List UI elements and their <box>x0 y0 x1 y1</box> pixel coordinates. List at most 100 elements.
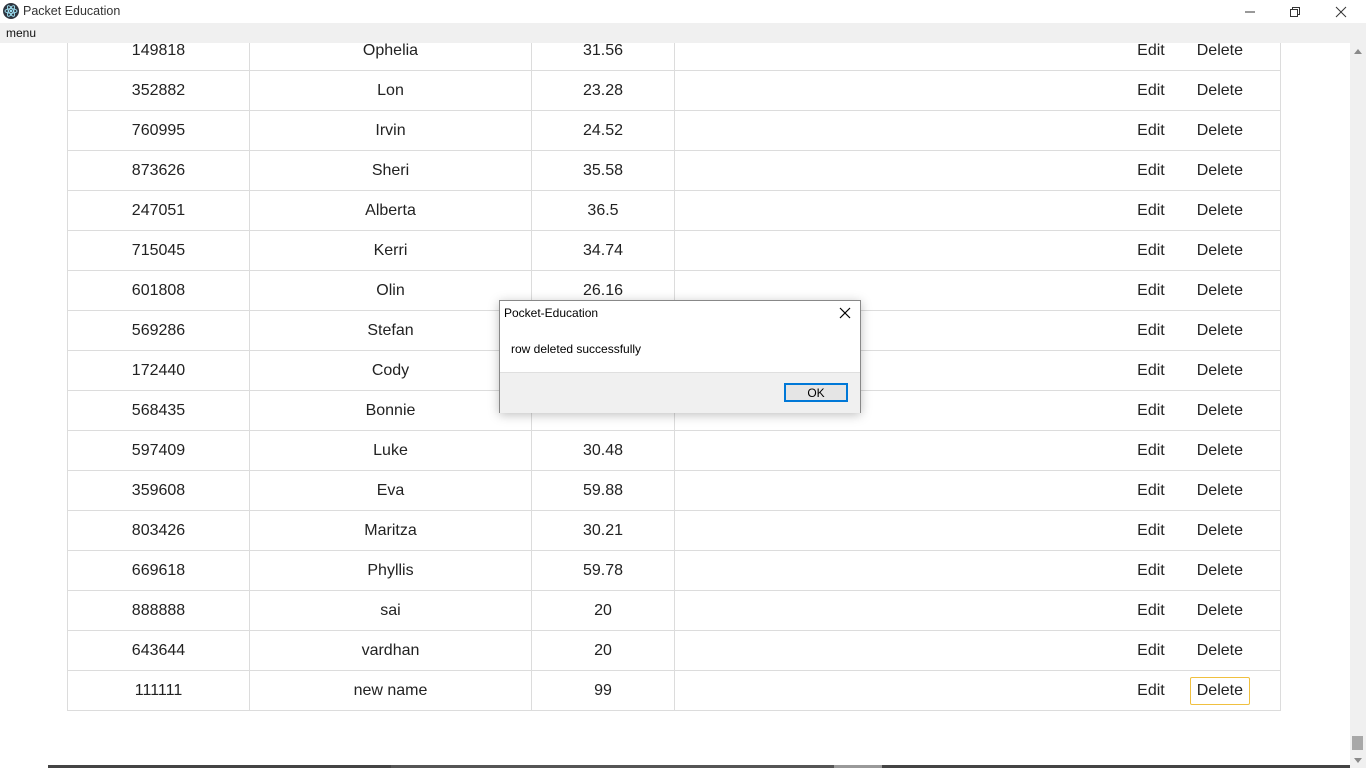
delete-button[interactable]: Delete <box>1190 157 1250 185</box>
row-id-cell: 568435 <box>67 390 250 431</box>
row-name-cell: Olin <box>249 270 532 311</box>
close-icon <box>1335 6 1347 17</box>
row-name-cell: Alberta <box>249 190 532 231</box>
edit-button[interactable]: Edit <box>1130 117 1172 145</box>
edit-button[interactable]: Edit <box>1130 437 1172 465</box>
edit-button[interactable]: Edit <box>1130 397 1172 425</box>
row-value-cell: 31.56 <box>531 43 675 71</box>
dialog-title: Pocket-Education <box>504 306 599 320</box>
row-name-cell: Maritza <box>249 510 532 551</box>
delete-button[interactable]: Delete <box>1190 117 1250 145</box>
row-value-cell: 99 <box>531 670 675 711</box>
row-actions-cell: Edit Delete <box>674 590 1281 631</box>
row-actions-cell: Edit Delete <box>674 150 1281 191</box>
menu-item[interactable]: menu <box>6 26 36 40</box>
delete-button[interactable]: Delete <box>1190 557 1250 585</box>
row-actions-cell: Edit Delete <box>674 43 1281 71</box>
dialog-message: row deleted successfully <box>511 342 642 356</box>
edit-button[interactable]: Edit <box>1130 43 1172 65</box>
edit-button[interactable]: Edit <box>1130 597 1172 625</box>
row-actions-cell: Edit Delete <box>674 430 1281 471</box>
row-id-cell: 601808 <box>67 270 250 311</box>
edit-button[interactable]: Edit <box>1130 357 1172 385</box>
electron-atom-icon <box>3 3 19 19</box>
delete-button[interactable]: Delete <box>1190 517 1250 545</box>
dialog-footer: OK <box>500 372 860 413</box>
row-name-cell: Phyllis <box>249 550 532 591</box>
table-row: 597409 Luke 30.48 Edit Delete <box>67 430 1281 471</box>
edit-button[interactable]: Edit <box>1130 317 1172 345</box>
delete-button[interactable]: Delete <box>1190 357 1250 385</box>
message-dialog: Pocket-Education row deleted successfull… <box>499 300 861 413</box>
row-id-cell: 873626 <box>67 150 250 191</box>
row-value-cell: 23.28 <box>531 70 675 111</box>
row-value-cell: 59.78 <box>531 550 675 591</box>
row-name-cell: sai <box>249 590 532 631</box>
delete-button[interactable]: Delete <box>1190 43 1250 65</box>
delete-button[interactable]: Delete <box>1190 277 1250 305</box>
edit-button[interactable]: Edit <box>1130 557 1172 585</box>
row-actions-cell: Edit Delete <box>674 470 1281 511</box>
row-name-cell: Luke <box>249 430 532 471</box>
close-window-button[interactable] <box>1318 0 1364 23</box>
edit-button[interactable]: Edit <box>1130 477 1172 505</box>
row-name-cell: Bonnie <box>249 390 532 431</box>
delete-button[interactable]: Delete <box>1189 676 1250 705</box>
row-name-cell: Cody <box>249 350 532 391</box>
ok-button[interactable]: OK <box>784 383 848 402</box>
row-name-cell: Irvin <box>249 110 532 151</box>
edit-button[interactable]: Edit <box>1130 77 1172 105</box>
row-actions-cell: Edit Delete <box>674 230 1281 271</box>
table-row: 715045 Kerri 34.74 Edit Delete <box>67 230 1281 271</box>
minimize-button[interactable] <box>1227 0 1273 23</box>
table-row: 359608 Eva 59.88 Edit Delete <box>67 470 1281 511</box>
row-id-cell: 760995 <box>67 110 250 151</box>
row-id-cell: 597409 <box>67 430 250 471</box>
row-id-cell: 111111 <box>67 670 250 711</box>
row-name-cell: Eva <box>249 470 532 511</box>
row-id-cell: 359608 <box>67 470 250 511</box>
edit-button[interactable]: Edit <box>1130 677 1172 705</box>
row-id-cell: 669618 <box>67 550 250 591</box>
title-bar: Packet Education <box>0 0 1366 23</box>
restore-button[interactable] <box>1272 0 1318 23</box>
scroll-up-button[interactable] <box>1350 43 1366 59</box>
scroll-thumb[interactable] <box>1352 736 1363 750</box>
table-row: 247051 Alberta 36.5 Edit Delete <box>67 190 1281 231</box>
delete-button[interactable]: Delete <box>1190 397 1250 425</box>
edit-button[interactable]: Edit <box>1130 637 1172 665</box>
row-name-cell: vardhan <box>249 630 532 671</box>
window-title: Packet Education <box>23 4 121 18</box>
delete-button[interactable]: Delete <box>1190 637 1250 665</box>
restore-icon <box>1290 6 1300 17</box>
dialog-close-button[interactable] <box>838 306 852 320</box>
scroll-down-button[interactable] <box>1350 752 1366 768</box>
delete-button[interactable]: Delete <box>1190 437 1250 465</box>
edit-button[interactable]: Edit <box>1130 517 1172 545</box>
row-id-cell: 569286 <box>67 310 250 351</box>
edit-button[interactable]: Edit <box>1130 277 1172 305</box>
table-row: 111111 new name 99 Edit Delete <box>67 670 1281 711</box>
table-row: 669618 Phyllis 59.78 Edit Delete <box>67 550 1281 591</box>
delete-button[interactable]: Delete <box>1190 77 1250 105</box>
edit-button[interactable]: Edit <box>1130 157 1172 185</box>
delete-button[interactable]: Delete <box>1190 477 1250 505</box>
row-id-cell: 149818 <box>67 43 250 71</box>
delete-button[interactable]: Delete <box>1190 597 1250 625</box>
row-actions-cell: Edit Delete <box>674 70 1281 111</box>
menu-bar: menu <box>0 23 1366 43</box>
row-value-cell: 34.74 <box>531 230 675 271</box>
delete-button[interactable]: Delete <box>1190 197 1250 225</box>
delete-button[interactable]: Delete <box>1190 237 1250 265</box>
row-value-cell: 36.5 <box>531 190 675 231</box>
delete-button[interactable]: Delete <box>1190 317 1250 345</box>
row-value-cell: 59.88 <box>531 470 675 511</box>
table-row: 760995 Irvin 24.52 Edit Delete <box>67 110 1281 151</box>
vertical-scrollbar[interactable] <box>1350 43 1366 768</box>
row-id-cell: 643644 <box>67 630 250 671</box>
row-value-cell: 24.52 <box>531 110 675 151</box>
edit-button[interactable]: Edit <box>1130 197 1172 225</box>
row-name-cell: Sheri <box>249 150 532 191</box>
chevron-up-icon <box>1354 48 1362 54</box>
edit-button[interactable]: Edit <box>1130 237 1172 265</box>
